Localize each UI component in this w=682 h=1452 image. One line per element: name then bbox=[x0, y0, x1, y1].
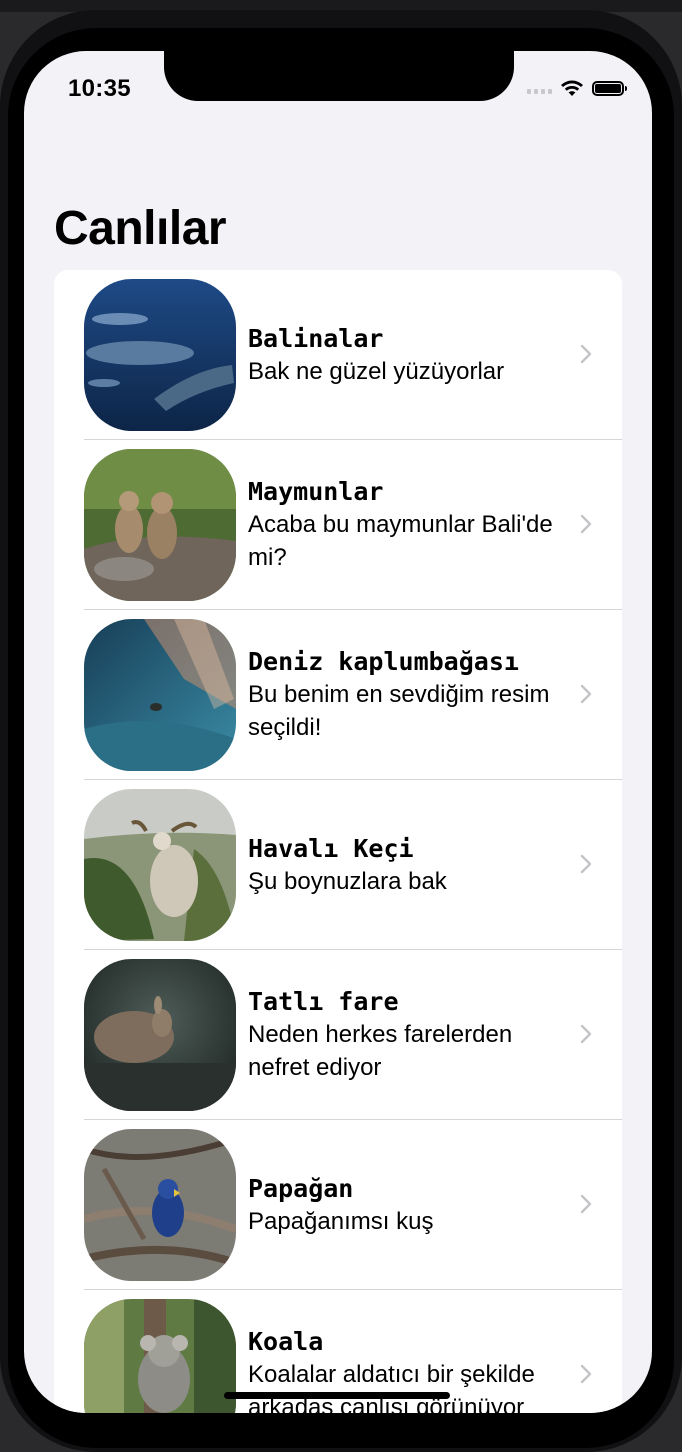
list-item[interactable]: Havalı Keçi Şu boynuzlara bak bbox=[54, 780, 622, 950]
item-subtitle: Papağanımsı kuş bbox=[248, 1207, 434, 1235]
item-subtitle: Bak ne güzel yüzüyorlar bbox=[248, 357, 505, 385]
cellular-signal-icon bbox=[527, 82, 552, 94]
home-indicator[interactable] bbox=[224, 1392, 450, 1399]
page-title: Canlılar bbox=[54, 202, 227, 255]
item-title: Havalı Keçi bbox=[248, 833, 414, 863]
screen: 10:35 Canlılar Balinalar Bak ne güzel yü… bbox=[24, 51, 652, 1413]
chevron-right-icon bbox=[580, 854, 592, 874]
thumbnail-sea-turtle bbox=[84, 619, 236, 771]
battery-icon bbox=[592, 80, 627, 96]
chevron-right-icon bbox=[580, 1024, 592, 1044]
animal-list: Balinalar Bak ne güzel yüzüyorlar Maymun… bbox=[54, 270, 622, 1413]
list-item[interactable]: Maymunlar Acaba bu maymunlar Bali'de mi? bbox=[54, 440, 622, 610]
item-title: Papağan bbox=[248, 1173, 354, 1203]
item-subtitle: Neden herkes farelerden nefret ediyor bbox=[248, 1021, 513, 1081]
thumbnail-koala bbox=[84, 1299, 236, 1413]
item-title: Koala bbox=[248, 1327, 324, 1356]
list-item[interactable]: Balinalar Bak ne güzel yüzüyorlar bbox=[54, 270, 622, 440]
chevron-right-icon bbox=[580, 1194, 592, 1214]
thumbnail-whales bbox=[84, 279, 236, 431]
item-subtitle: Koalalar aldatıcı bir şekilde arkadaş ca… bbox=[248, 1361, 535, 1413]
chevron-right-icon bbox=[580, 514, 592, 534]
status-icons bbox=[527, 79, 627, 97]
chevron-right-icon bbox=[580, 684, 592, 704]
device-notch bbox=[164, 51, 514, 101]
chevron-right-icon bbox=[580, 344, 592, 364]
item-subtitle: Şu boynuzlara bak bbox=[248, 867, 447, 895]
list-item[interactable]: Deniz kaplumbağası Bu benim en sevdiğim … bbox=[54, 610, 622, 780]
status-time: 10:35 bbox=[68, 75, 131, 102]
thumbnail-parrot bbox=[84, 1129, 236, 1281]
item-title: Tatlı fare bbox=[248, 987, 399, 1016]
thumbnail-mouse bbox=[84, 959, 236, 1111]
item-title: Maymunlar bbox=[248, 477, 384, 506]
item-subtitle: Acaba bu maymunlar Bali'de mi? bbox=[248, 511, 553, 571]
list-item[interactable]: Tatlı fare Neden herkes farelerden nefre… bbox=[54, 950, 622, 1120]
wifi-icon bbox=[561, 80, 583, 96]
chevron-right-icon bbox=[580, 1364, 592, 1384]
item-title: Deniz kaplumbağası bbox=[248, 647, 519, 676]
thumbnail-goat bbox=[84, 789, 236, 941]
item-title: Balinalar bbox=[248, 323, 384, 353]
list-item[interactable]: Papağan Papağanımsı kuş bbox=[54, 1120, 622, 1290]
item-subtitle: Bu benim en sevdiğim resim seçildi! bbox=[248, 681, 550, 741]
thumbnail-monkeys bbox=[84, 449, 236, 601]
